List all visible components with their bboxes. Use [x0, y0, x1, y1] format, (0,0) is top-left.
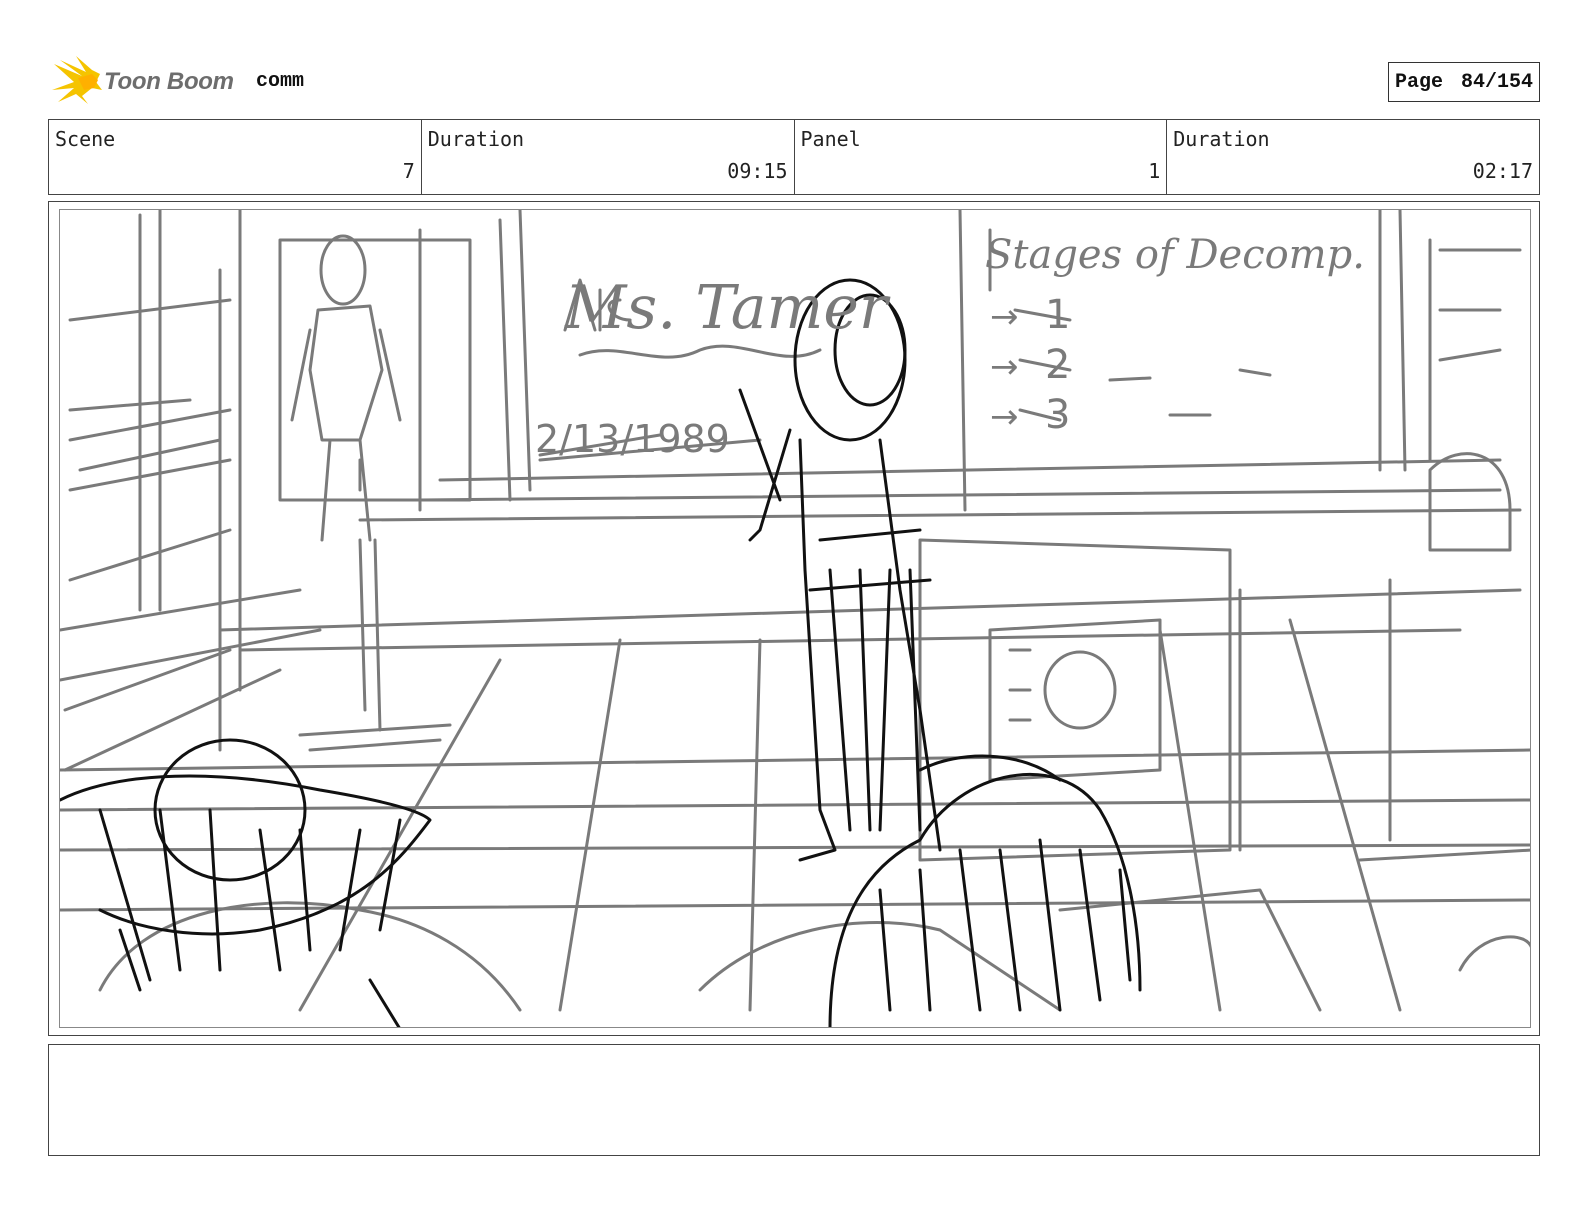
panel-duration-label: Duration	[1173, 127, 1270, 151]
panel-drawing-area: Ms. Tamer 2/13/1989 Stages of Decomp. 1 …	[59, 209, 1531, 1028]
board-name-text: Ms. Tamer	[564, 273, 891, 343]
page-header: Toon Boom comm Page 84/154	[50, 56, 1540, 106]
board-date-text: 2/13/1989	[535, 417, 730, 461]
burst-logo-icon	[52, 56, 102, 104]
toon-boom-logo: Toon Boom	[50, 56, 240, 106]
panel-cell: Panel 1	[795, 120, 1168, 194]
board-heading-text: Stages of Decomp.	[985, 232, 1365, 278]
page-number: 84/154	[1460, 70, 1533, 94]
skeleton-sketch	[278, 228, 472, 752]
board-item-3: 3	[1045, 392, 1070, 438]
student-right-sketch	[828, 754, 1142, 1027]
board-arrow-3: →	[990, 397, 1019, 437]
student-left-sketch	[60, 738, 432, 1027]
teacher-figure-sketch	[738, 278, 942, 862]
board-arrow-2: →	[990, 347, 1019, 387]
scene-cell: Scene 7	[49, 120, 422, 194]
panel-notes-box	[48, 1044, 1540, 1156]
panel-duration-value: 02:17	[1472, 159, 1533, 183]
scene-label: Scene	[55, 127, 116, 151]
panel-value: 1	[1148, 159, 1161, 183]
board-item-2: 2	[1045, 342, 1070, 388]
storyboard-panel: Ms. Tamer 2/13/1989 Stages of Decomp. 1 …	[48, 201, 1540, 1036]
board-item-1: 1	[1045, 292, 1070, 338]
panel-duration-cell: Duration 02:17	[1167, 120, 1539, 194]
scene-duration-value: 09:15	[727, 159, 788, 183]
logo-text: Toon Boom	[104, 68, 234, 95]
board-arrow-1: →	[990, 297, 1019, 337]
classroom-sketch: Ms. Tamer 2/13/1989 Stages of Decomp. 1 …	[60, 210, 1530, 1027]
page-indicator: Page 84/154	[1387, 62, 1540, 102]
scene-value: 7	[402, 159, 415, 183]
page-label: Page	[1394, 70, 1443, 94]
project-name: comm	[256, 70, 305, 93]
scene-info-table: Scene 7 Duration 09:15 Panel 1 Duration …	[48, 119, 1540, 195]
panel-label: Panel	[800, 127, 861, 151]
scene-duration-cell: Duration 09:15	[422, 120, 795, 194]
scene-duration-label: Duration	[427, 127, 525, 151]
